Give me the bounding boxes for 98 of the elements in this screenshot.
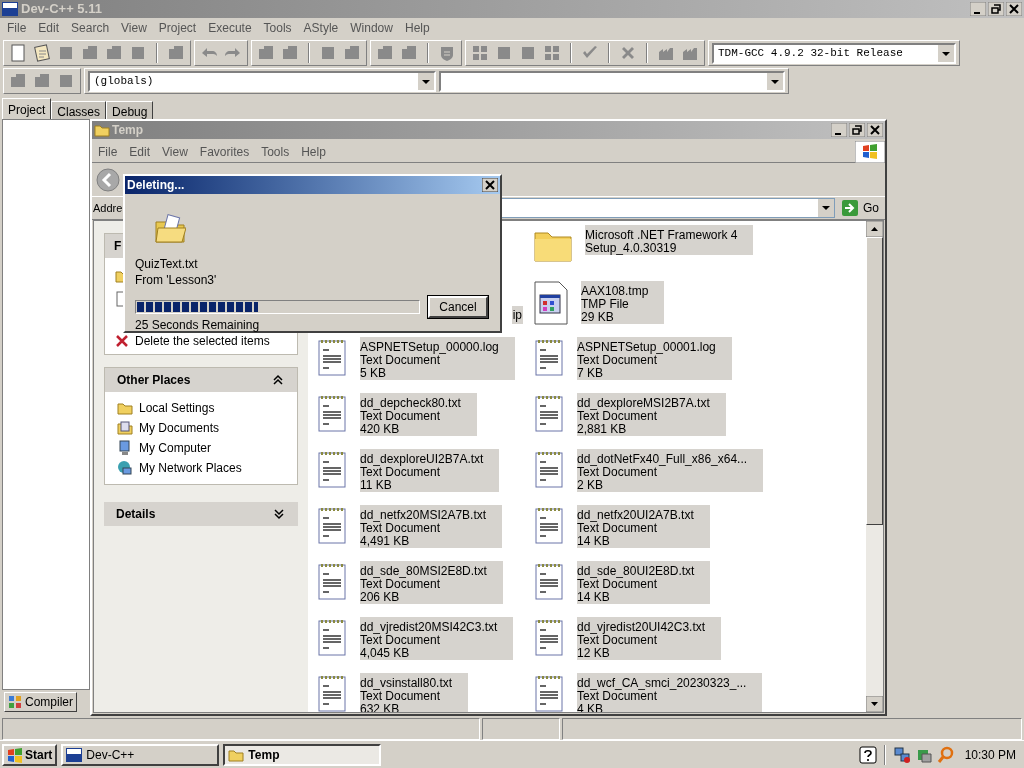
close-icon[interactable] [867,123,883,137]
file-item[interactable]: dd_vjredist20UI42C3.txt Text Document 12 KB [533,617,866,673]
notepad-icon[interactable] [316,561,348,601]
notepad-icon[interactable] [316,449,348,489]
menu-item[interactable]: Search [65,19,116,37]
collapse-icon[interactable] [271,373,285,387]
scrollbar[interactable] [866,221,883,712]
window-title: Dev-C++ 5.11 [21,0,103,19]
file-item[interactable]: dd_dexploreUI2B7A.txt Text Document 11 KB [316,449,533,505]
menu-item[interactable]: Help [398,19,436,37]
notepad-icon[interactable] [533,673,565,712]
place-link[interactable]: My Computer [117,440,285,456]
time-remaining: 25 Seconds Remaining [135,318,261,332]
app-logo-icon [66,747,83,762]
source-folder: From 'Lesson3' [135,272,218,288]
computer-icon [117,440,133,456]
notepad-icon[interactable] [533,617,565,657]
file-item[interactable]: dd_dexploreMSI2B7A.txt Text Document 2,881 KB [533,393,866,449]
menu-item[interactable]: File [1,19,33,37]
start-button[interactable]: Start [2,743,58,766]
scroll-up-icon[interactable] [866,221,883,237]
flying-folder-icon [154,214,186,244]
file-name[interactable]: ip [511,306,523,324]
menu-item[interactable]: Favorites [193,142,256,161]
file-item[interactable]: dd_netfx20UI2A7B.txt Text Document 14 KB [533,505,866,561]
address-label: Addre [93,200,121,216]
panel-tab[interactable]: Debug [106,101,154,119]
restore-icon[interactable] [849,123,865,137]
help-icon[interactable] [858,745,877,764]
file-name: QuizText.txt [135,256,199,272]
minimize-icon[interactable] [831,123,847,137]
file-item[interactable]: dd_dotNetFx40_Full_x86_x64... Text Document 2 KB [533,449,866,505]
menu-item[interactable]: Tools [257,19,298,37]
notepad-icon[interactable] [533,561,565,601]
notepad-icon[interactable] [316,617,348,657]
notepad-icon[interactable] [316,505,348,545]
dialog-title: Deleting... [127,177,186,194]
file-item[interactable]: AAX108.tmp TMP File 29 KB [533,281,866,337]
panel-tab[interactable]: Classes [51,101,107,119]
menu-item[interactable]: File [92,142,124,161]
close-icon[interactable] [482,178,498,192]
panel-tab[interactable]: Project [2,98,52,119]
notepad-icon[interactable] [533,393,565,433]
pane-header[interactable]: Other Places [105,368,297,392]
place-link[interactable]: Local Settings [117,400,285,416]
back-icon[interactable] [96,167,120,192]
menu-item[interactable]: Edit [32,19,66,37]
windows-logo-icon [7,746,23,763]
app-file-icon[interactable] [533,281,569,325]
notepad-icon[interactable] [533,449,565,489]
network-icon[interactable] [892,745,911,764]
close-icon[interactable] [1006,2,1022,16]
expand-icon[interactable] [272,507,286,521]
notepad-icon[interactable] [316,393,348,433]
notepad-icon[interactable] [316,673,348,712]
menu-item[interactable]: View [115,19,153,37]
cancel-button[interactable]: Cancel [428,296,488,318]
taskbar-button[interactable]: Dev-C++ [61,743,220,766]
menu-item[interactable]: Help [295,142,332,161]
folder-icon [228,747,245,762]
notepad-icon[interactable] [533,505,565,545]
menu-item[interactable]: Tools [255,142,296,161]
menu-item[interactable]: View [156,142,194,161]
menu-item[interactable]: AStyle [297,19,345,37]
documents-icon [117,420,133,436]
symbol-select[interactable] [439,70,785,92]
place-link[interactable]: My Network Places [117,460,285,476]
folder-icon [117,400,133,416]
grid-icon [8,695,22,709]
menu-item[interactable]: Project [152,19,203,37]
clock: 10:30 PM [963,746,1017,764]
notepad-icon[interactable] [533,337,565,377]
window-title: Temp [112,122,145,139]
network-icon [117,460,133,476]
compiler-select[interactable]: TDM-GCC 4.9.2 32-bit Release [712,42,956,64]
file-item[interactable]: ASPNETSetup_00001.log Text Document 7 KB [533,337,866,393]
menu-item[interactable]: Edit [123,142,157,161]
place-link[interactable]: My Documents [117,420,285,436]
taskbar-button[interactable]: Temp [223,743,382,766]
file-item[interactable]: dd_depcheck80.txt Text Document 420 KB [316,393,533,449]
menu-item[interactable]: Window [344,19,399,37]
compiler-tab[interactable]: Compiler [4,692,77,712]
folder-icon [94,123,110,137]
file-item[interactable]: dd_sde_80UI2E8D.txt Text Document 14 KB [533,561,866,617]
delete-icon [115,334,129,348]
app-logo-icon [2,2,18,16]
scroll-down-icon[interactable] [866,696,883,712]
task-link[interactable]: Delete the selected items [115,332,297,350]
notepad-icon[interactable] [316,337,348,377]
new-file-icon[interactable] [9,44,27,62]
restore-icon[interactable] [988,2,1004,16]
go-button[interactable]: Go [839,198,881,218]
pane-header[interactable]: Details [104,502,298,526]
minimize-icon[interactable] [970,2,986,16]
scope-select[interactable]: (globals) [88,70,436,92]
notepad-icon[interactable] [33,44,51,62]
menu-item[interactable]: Execute [202,19,258,37]
file-item[interactable]: Microsoft .NET Framework 4 Setup_4.0.30319 [533,225,866,281]
